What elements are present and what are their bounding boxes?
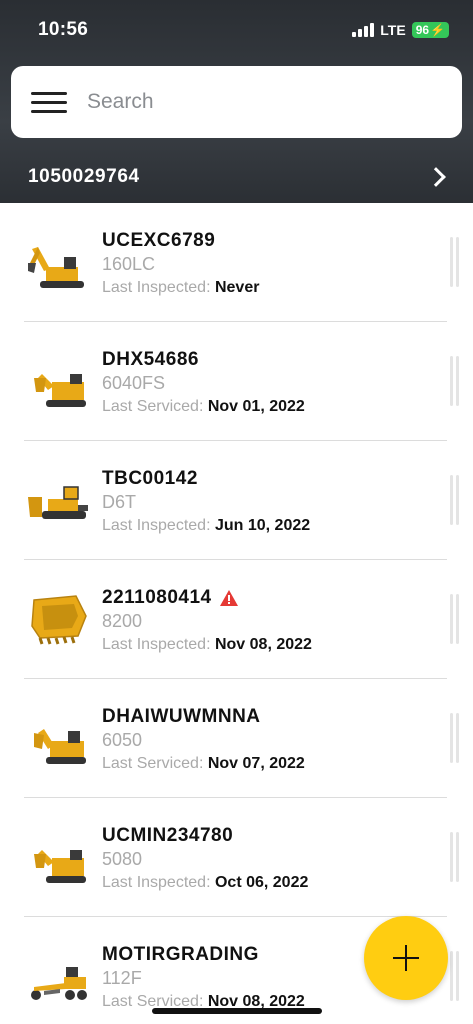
asset-id: DHAIWUWMNNA (102, 706, 261, 727)
hamburger-menu-icon[interactable] (31, 92, 67, 114)
home-indicator (152, 1008, 322, 1014)
chevron-right-icon (426, 166, 446, 187)
search-input[interactable] (87, 84, 447, 120)
asset-info: TBC00142 D6T Last Inspected: Jun 10, 202… (102, 466, 310, 541)
asset-model: D6T (102, 492, 137, 512)
asset-model: 8200 (102, 611, 143, 631)
status-time: 10:56 (38, 19, 89, 40)
add-asset-button[interactable] (364, 916, 448, 1000)
excavator-icon (34, 729, 86, 764)
asset-id: TBC00142 (102, 468, 198, 489)
battery-level: 96 (415, 23, 430, 37)
asset-list-item[interactable]: UCMIN234780 5080 Last Inspected: Oct 06,… (0, 798, 473, 917)
dozer-icon (28, 486, 88, 519)
charging-bolt-icon: ⚡ (430, 23, 445, 37)
asset-id: 2211080414 (102, 585, 312, 611)
asset-list-item[interactable]: 2211080414 8200 Last Inspected: Nov 08, … (0, 560, 473, 679)
drag-handle-icon[interactable] (450, 713, 459, 763)
asset-info: 2211080414 8200 Last Inspected: Nov 08, … (102, 585, 312, 660)
drag-handle-icon[interactable] (450, 475, 459, 525)
asset-id: UCMIN234780 (102, 825, 234, 846)
battery-icon: 96 ⚡ (411, 22, 449, 38)
asset-list: UCEXC6789 160LC Last Inspected: Never DH… (0, 203, 473, 1024)
asset-last-activity: Last Inspected: Jun 10, 2022 (102, 517, 311, 534)
network-type: LTE (380, 22, 406, 38)
asset-id: UCEXC6789 (102, 230, 216, 251)
status-right: LTE 96 ⚡ (352, 22, 449, 38)
asset-info: DHX54686 6040FS Last Serviced: Nov 01, 2… (102, 347, 305, 422)
asset-model: 6050 (102, 730, 143, 750)
drag-handle-icon[interactable] (450, 594, 459, 644)
plus-icon (393, 945, 419, 971)
mining-shovel-icon (34, 374, 86, 407)
asset-last-activity: Last Inspected: Nov 08, 2022 (102, 636, 312, 653)
asset-model: 160LC (102, 254, 156, 274)
asset-info: MOTIRGRADING 112F Last Serviced: Nov 08,… (102, 942, 305, 1017)
drag-handle-icon[interactable] (450, 356, 459, 406)
asset-list-item[interactable]: TBC00142 D6T Last Inspected: Jun 10, 202… (0, 441, 473, 560)
asset-model: 6040FS (102, 373, 166, 393)
motor-grader-icon (31, 967, 87, 1000)
mining-shovel-icon (34, 850, 86, 883)
asset-info: DHAIWUWMNNA 6050 Last Serviced: Nov 07, … (102, 704, 305, 779)
account-selector[interactable]: 1050029764 (0, 150, 473, 203)
asset-list-item[interactable]: DHAIWUWMNNA 6050 Last Serviced: Nov 07, … (0, 679, 473, 798)
asset-model: 112F (102, 968, 142, 988)
asset-list-item[interactable]: DHX54686 6040FS Last Serviced: Nov 01, 2… (0, 322, 473, 441)
drag-handle-icon[interactable] (450, 832, 459, 882)
drag-handle-icon[interactable] (450, 951, 459, 1001)
excavator-icon (28, 247, 84, 288)
bucket-icon (31, 595, 87, 645)
signal-icon (352, 23, 375, 37)
drag-handle-icon[interactable] (450, 237, 459, 287)
asset-list-item[interactable]: UCEXC6789 160LC Last Inspected: Never (0, 203, 473, 322)
asset-last-activity: Last Serviced: Nov 07, 2022 (102, 755, 305, 772)
asset-id: DHX54686 (102, 349, 199, 370)
asset-info: UCMIN234780 5080 Last Inspected: Oct 06,… (102, 823, 308, 898)
asset-last-activity: Last Inspected: Oct 06, 2022 (102, 874, 309, 891)
status-bar: 10:56 LTE 96 ⚡ (0, 0, 473, 60)
account-number: 1050029764 (28, 165, 140, 187)
asset-model: 5080 (102, 849, 143, 869)
asset-info: UCEXC6789 160LC Last Inspected: Never (102, 228, 259, 303)
asset-last-activity: Last Inspected: Never (102, 279, 260, 296)
asset-id: MOTIRGRADING (102, 944, 259, 965)
warning-icon (219, 590, 238, 606)
search-bar (11, 66, 462, 138)
asset-last-activity: Last Serviced: Nov 01, 2022 (102, 398, 305, 415)
